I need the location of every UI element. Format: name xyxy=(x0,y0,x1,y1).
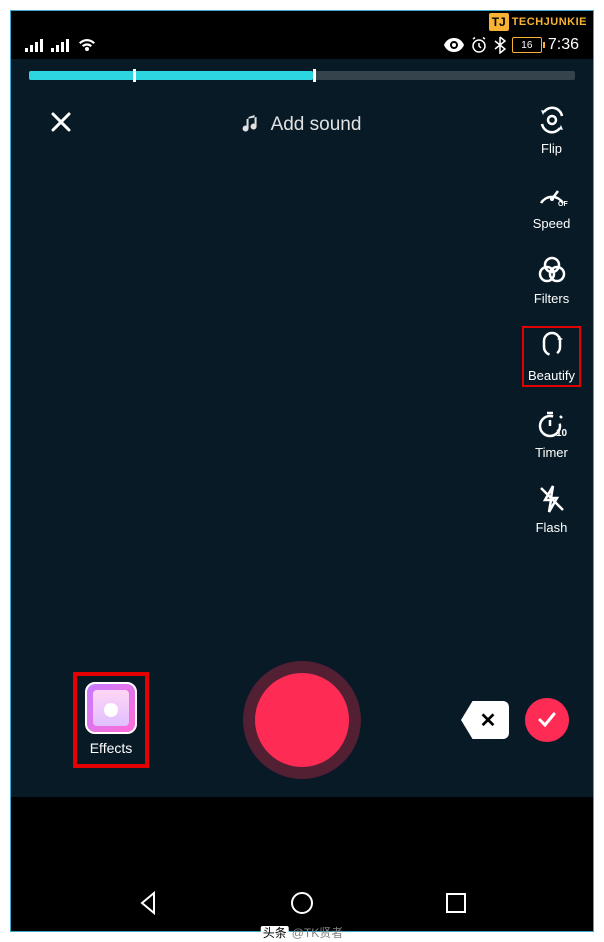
filters-icon xyxy=(535,253,569,287)
speed-label: Speed xyxy=(533,216,571,231)
flash-icon xyxy=(535,482,569,516)
nav-home-button[interactable] xyxy=(288,889,316,917)
alarm-icon xyxy=(470,36,488,54)
music-note-icon xyxy=(243,115,261,135)
svg-text:10: 10 xyxy=(556,428,568,439)
flip-icon xyxy=(535,103,569,137)
add-sound-label: Add sound xyxy=(271,114,362,136)
logo-text: TECHJUNKIE xyxy=(512,16,587,28)
delete-clip-button[interactable]: ✕ xyxy=(461,701,509,739)
eye-icon xyxy=(444,38,464,52)
beautify-icon xyxy=(535,330,569,364)
effects-label: Effects xyxy=(90,740,133,756)
techjunkie-logo: TJ TECHJUNKIE xyxy=(483,11,593,33)
beautify-button[interactable]: Beautify xyxy=(522,326,581,387)
camera-viewfinder: Add sound Flip OFF Speed Filters xyxy=(11,59,593,797)
bluetooth-icon xyxy=(494,36,506,54)
confirm-button[interactable] xyxy=(525,698,569,742)
status-bar: 16 7:36 xyxy=(11,33,593,57)
effects-button[interactable]: Effects xyxy=(73,672,149,768)
svg-text:OFF: OFF xyxy=(558,201,568,208)
effects-thumbnail xyxy=(85,682,137,734)
close-icon xyxy=(49,110,73,134)
add-sound-button[interactable]: Add sound xyxy=(243,114,362,136)
close-button[interactable] xyxy=(49,109,73,141)
timer-label: Timer xyxy=(535,445,568,460)
nav-back-button[interactable] xyxy=(134,889,162,917)
flash-label: Flash xyxy=(536,520,568,535)
flip-label: Flip xyxy=(541,141,562,156)
speed-icon: OFF xyxy=(535,178,569,212)
flip-button[interactable]: Flip xyxy=(531,101,573,158)
filters-button[interactable]: Filters xyxy=(530,251,573,308)
timer-icon: 10 xyxy=(535,407,569,441)
record-progress xyxy=(29,71,575,80)
filters-label: Filters xyxy=(534,291,569,306)
signal-icon-2 xyxy=(51,38,69,52)
record-button[interactable] xyxy=(243,661,361,779)
bottom-black-bar xyxy=(11,797,593,875)
signal-icon-1 xyxy=(25,38,43,52)
clock-time: 7:36 xyxy=(548,36,579,54)
logo-badge: TJ xyxy=(489,13,509,31)
flash-button[interactable]: Flash xyxy=(531,480,573,537)
backspace-icon: ✕ xyxy=(480,708,497,733)
check-icon xyxy=(536,709,558,731)
wifi-icon xyxy=(77,37,97,53)
timer-button[interactable]: 10 Timer xyxy=(531,405,573,462)
beautify-label: Beautify xyxy=(528,368,575,383)
battery-icon: 16 xyxy=(512,37,542,53)
speed-button[interactable]: OFF Speed xyxy=(529,176,575,233)
record-inner-icon xyxy=(255,673,349,767)
nav-recent-button[interactable] xyxy=(442,889,470,917)
watermark: 头条@TK贤者 xyxy=(257,923,348,942)
